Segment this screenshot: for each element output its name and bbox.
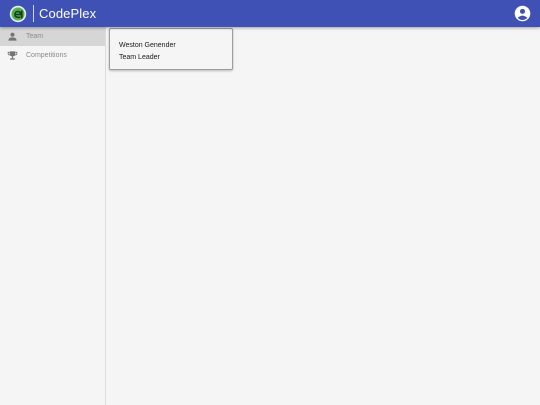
sidebar: Team Competitions xyxy=(0,27,106,405)
trophy-icon xyxy=(7,50,18,61)
brand-divider xyxy=(33,5,34,22)
person-icon xyxy=(7,31,18,42)
app-title[interactable]: CodePlex xyxy=(39,6,96,21)
member-card[interactable]: Weston Genender Team Leader xyxy=(109,28,233,70)
account-circle-icon[interactable] xyxy=(514,5,531,22)
member-role: Team Leader xyxy=(119,53,160,61)
app-bar: CodePlex xyxy=(0,0,540,27)
member-name: Weston Genender xyxy=(119,42,176,49)
sidebar-item-label: Team xyxy=(26,33,44,40)
sidebar-item-team[interactable]: Team xyxy=(0,27,105,46)
sidebar-item-label: Competitions xyxy=(26,52,67,59)
sidebar-item-competitions[interactable]: Competitions xyxy=(0,46,105,65)
codeplex-logo-icon[interactable] xyxy=(9,5,27,23)
